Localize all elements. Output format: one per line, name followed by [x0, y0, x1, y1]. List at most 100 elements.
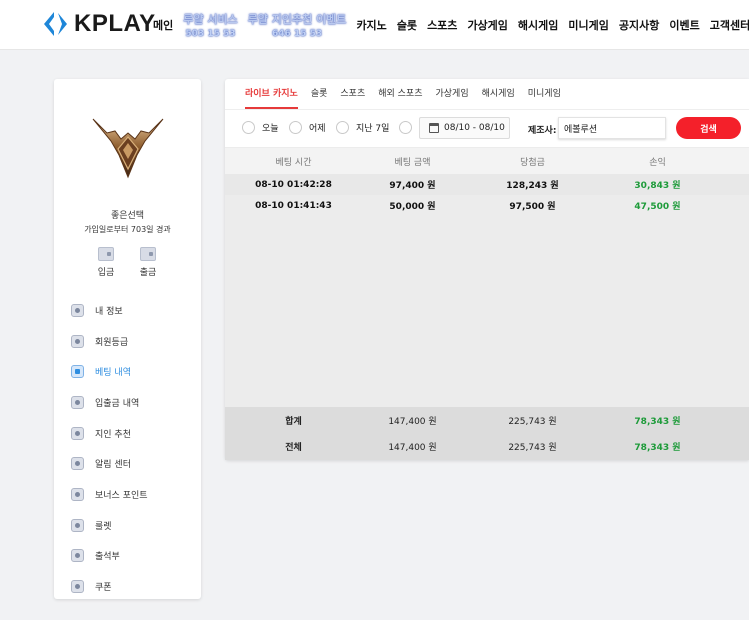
sidebar-item-betting-history[interactable]: 베팅 내역: [54, 356, 201, 387]
sidebar-menu: 내 정보 회원등급 베팅 내역 입출금 내역 지인 추천 알림 센터 보너스 포…: [54, 295, 201, 602]
logo-diamond-icon: [44, 12, 67, 36]
cell-winnings: 97,500 원: [509, 202, 556, 212]
summary-winnings: 225,743 원: [508, 442, 557, 453]
nav-royal-referral-event[interactable]: 루얄 지인추천 이벤트 646 15 53: [248, 11, 347, 39]
member-days: 가입일로부터 703일 경과: [84, 225, 171, 234]
nav-customer-center[interactable]: 고객센터: [710, 17, 749, 33]
sidebar-item-member-grade[interactable]: 회원등급: [54, 326, 201, 357]
sidebar-item-my-info[interactable]: 내 정보: [54, 295, 201, 326]
table-row: 08-10 01:42:28 97,400 원 128,243 원 30,843…: [225, 174, 749, 195]
tab-hash-game[interactable]: 해시게임: [482, 86, 515, 109]
header-profit: 손익: [649, 157, 666, 168]
grade-icon: [71, 334, 84, 348]
calendar-icon: [429, 123, 439, 133]
wallet-icon: [71, 395, 84, 409]
nav-mini-game[interactable]: 미니게임: [568, 17, 608, 33]
summary-bet-amount: 147,400 원: [388, 442, 437, 453]
account-sidebar: 좋은선택 가입일로부터 703일 경과 입금 출금 내 정보 회원등급 베팅 내…: [54, 79, 201, 599]
sidebar-item-referral[interactable]: 지인 추천: [54, 418, 201, 449]
referral-icon: [71, 426, 84, 440]
nav-home[interactable]: 메인: [153, 17, 173, 33]
nav-royal-service[interactable]: 루얄 서비스 503 15 53: [183, 11, 237, 39]
sidebar-item-attendance[interactable]: 출석부: [54, 541, 201, 572]
deposit-button[interactable]: 입금: [91, 247, 121, 278]
top-header: KPLAY 메인 루얄 서비스 503 15 53 루얄 지인추천 이벤트 646 …: [0, 0, 749, 50]
tab-live-casino[interactable]: 라이브 카지노: [245, 86, 298, 109]
cell-profit: 47,500 원: [634, 202, 681, 212]
radio-circle: [289, 121, 302, 134]
radio-custom-range[interactable]: [399, 121, 419, 134]
tab-sports[interactable]: 스포츠: [340, 86, 365, 109]
search-button[interactable]: 검색: [676, 117, 741, 139]
header-bet-time: 베팅 시간: [275, 157, 312, 168]
summary-row-subtotal: 합계 147,400 원 225,743 원 78,343 원: [225, 407, 749, 433]
logo-text: KPLAY: [74, 10, 156, 37]
date-range-picker[interactable]: 08/10 - 08/10: [419, 117, 510, 139]
game-tabs: 라이브 카지노 슬롯 스포츠 해외 스포츠 가상게임 해시게임 미니게임: [245, 79, 574, 109]
nav-event[interactable]: 이벤트: [669, 17, 699, 33]
nav-virtual-game[interactable]: 가상게임: [467, 17, 507, 33]
summary-label: 합계: [285, 416, 302, 427]
wallet-icon: [140, 247, 156, 261]
sidebar-item-notifications[interactable]: 알림 센터: [54, 448, 201, 479]
tab-mini-game[interactable]: 미니게임: [528, 86, 561, 109]
radio-circle: [242, 121, 255, 134]
tabs-divider: [225, 109, 749, 110]
header-winnings: 당첨금: [520, 157, 545, 168]
betting-history-panel: 라이브 카지노 슬롯 스포츠 해외 스포츠 가상게임 해시게임 미니게임 오늘 …: [225, 79, 749, 460]
provider-input[interactable]: [558, 117, 666, 139]
sidebar-item-bonus-points[interactable]: 보너스 포인트: [54, 479, 201, 510]
user-icon: [71, 303, 84, 317]
nav-hash-game[interactable]: 해시게임: [518, 17, 558, 33]
withdraw-button[interactable]: 출금: [133, 247, 163, 278]
sidebar-item-roulette[interactable]: 룰렛: [54, 510, 201, 541]
table-row: 08-10 01:41:43 50,000 원 97,500 원 47,500 …: [225, 195, 749, 216]
nav-casino[interactable]: 카지노: [356, 17, 386, 33]
tab-overseas-sports[interactable]: 해외 스포츠: [378, 86, 422, 109]
summary-winnings: 225,743 원: [508, 416, 557, 427]
summary-profit: 78,343 원: [634, 416, 681, 427]
summary-row-total: 전체 147,400 원 225,743 원 78,343 원: [225, 433, 749, 459]
radio-today[interactable]: 오늘: [242, 121, 279, 134]
deposit-label: 입금: [97, 268, 115, 278]
cell-profit: 30,843 원: [634, 181, 681, 191]
chat-icon: [71, 457, 84, 471]
filter-bar: 오늘 어제 지난 7일 08/10 - 08/10 제조사: 검색: [225, 115, 749, 141]
sidebar-item-coupon[interactable]: 쿠폰: [54, 571, 201, 602]
logo[interactable]: KPLAY: [42, 10, 156, 38]
date-range-value: 08/10 - 08/10: [444, 123, 505, 133]
rank-emblem-icon: [92, 118, 164, 179]
betting-icon: [71, 365, 84, 379]
points-icon: [71, 487, 84, 501]
cell-winnings: 128,243 원: [506, 181, 559, 191]
nav-slot[interactable]: 슬롯: [397, 17, 417, 33]
cell-bet-time: 08-10 01:41:43: [255, 200, 332, 211]
table-body: 08-10 01:42:28 97,400 원 128,243 원 30,843…: [225, 174, 749, 407]
radio-last-7-days[interactable]: 지난 7일: [336, 121, 389, 134]
coupon-icon: [71, 580, 84, 594]
header-bet-amount: 베팅 금액: [394, 157, 431, 168]
tab-slot[interactable]: 슬롯: [311, 86, 328, 109]
calendar-icon: [71, 549, 84, 563]
sidebar-item-transactions[interactable]: 입출금 내역: [54, 387, 201, 418]
summary-bet-amount: 147,400 원: [388, 416, 437, 427]
cell-bet-amount: 97,400 원: [389, 181, 436, 191]
summary-label: 전체: [285, 442, 302, 453]
provider-label: 제조사:: [528, 126, 557, 136]
wallet-icon: [98, 247, 114, 261]
summary-profit: 78,343 원: [634, 442, 681, 453]
tab-virtual-game[interactable]: 가상게임: [436, 86, 469, 109]
radio-yesterday[interactable]: 어제: [289, 121, 326, 134]
table-header: 베팅 시간 베팅 금액 당첨금 손익: [225, 147, 749, 174]
withdraw-label: 출금: [139, 268, 157, 278]
roulette-icon: [71, 518, 84, 532]
radio-circle: [399, 121, 412, 134]
cell-bet-time: 08-10 01:42:28: [255, 179, 332, 190]
user-name: 좋은선택: [110, 211, 145, 221]
nav-sports[interactable]: 스포츠: [427, 17, 457, 33]
main-nav: 메인 루얄 서비스 503 15 53 루얄 지인추천 이벤트 646 15 53 …: [153, 0, 749, 50]
radio-circle: [336, 121, 349, 134]
nav-notice[interactable]: 공지사항: [619, 17, 659, 33]
table-footer: 합계 147,400 원 225,743 원 78,343 원 전체 147,4…: [225, 407, 749, 460]
cell-bet-amount: 50,000 원: [389, 202, 436, 212]
